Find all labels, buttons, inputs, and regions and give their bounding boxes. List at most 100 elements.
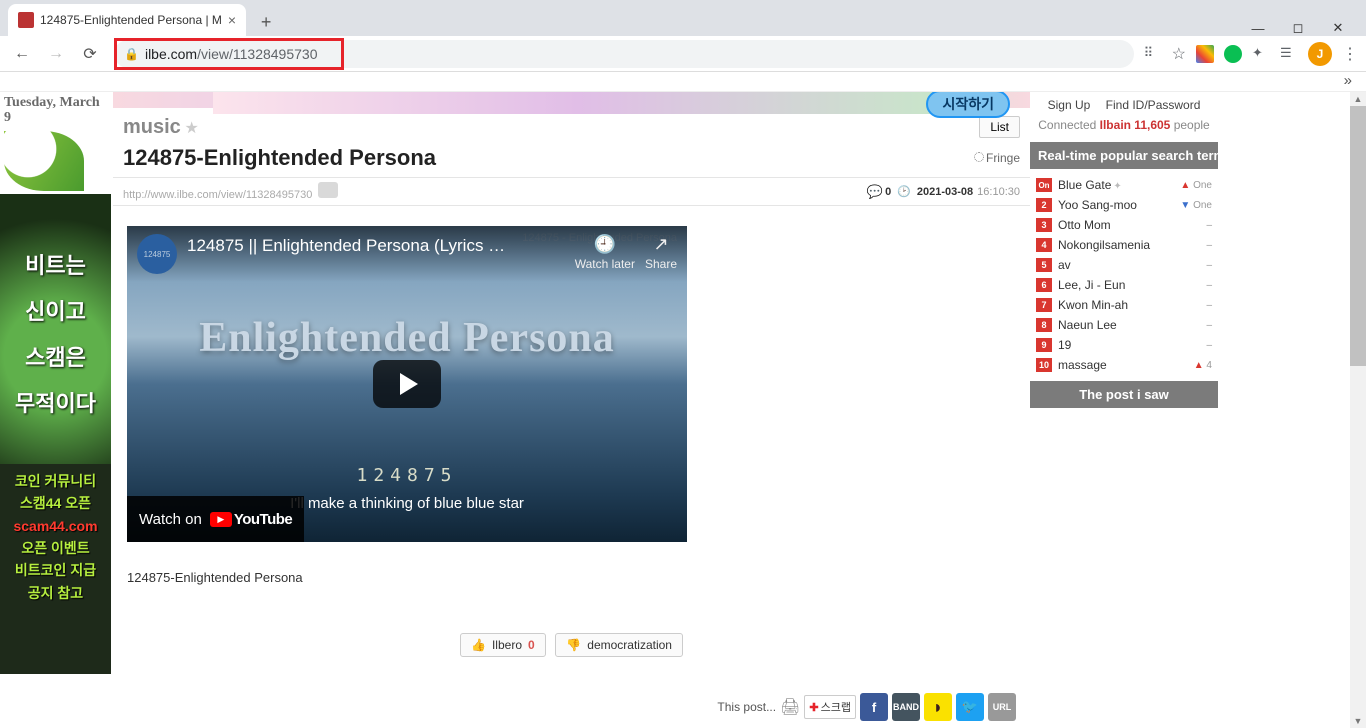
ad-line: 오픈 이벤트 [4, 537, 107, 559]
search-trend: ▲ 4 [1184, 360, 1212, 371]
reading-list-icon[interactable]: ☰ [1280, 45, 1298, 63]
post-time: 16:10:30 [977, 186, 1020, 198]
extensions-icon[interactable]: ✦ [1252, 45, 1270, 63]
scroll-up-icon[interactable]: ▲ [1350, 92, 1366, 106]
ad-line: 코인 커뮤니티 [4, 470, 107, 492]
search-rank-badge: 7 [1036, 298, 1052, 312]
date-widget: Tuesday, March 9 [0, 92, 111, 194]
this-post-label: This post... [717, 700, 776, 714]
banner-start-button[interactable]: 시작하기 [926, 92, 1010, 118]
date-line-2: 9 [4, 110, 107, 125]
search-rank-badge: 5 [1036, 258, 1052, 272]
extension-google-icon[interactable] [1196, 45, 1214, 63]
facebook-share-icon[interactable]: f [860, 693, 888, 721]
search-rank-badge: 4 [1036, 238, 1052, 252]
comment-count: 0 [885, 186, 891, 198]
kakao-share-icon[interactable]: ◗ [924, 693, 952, 721]
play-button[interactable] [373, 360, 441, 408]
print-icon[interactable]: 🖨 [780, 697, 800, 717]
forward-button[interactable]: → [42, 40, 70, 68]
clock-icon: 🕑 [897, 185, 911, 198]
thumb-up-icon: 👍 [471, 638, 486, 652]
author-link[interactable]: Fringe [974, 151, 1020, 165]
share-button[interactable]: ↗ Share [645, 234, 677, 271]
search-item[interactable]: 7Kwon Min-ah– [1036, 295, 1212, 315]
search-item[interactable]: 3Otto Mom– [1036, 215, 1212, 235]
permalink[interactable]: http://www.ilbe.com/view/11328495730 [123, 182, 867, 201]
search-trend: ▲ One [1180, 180, 1212, 191]
youtube-embed[interactable]: 124875 - Enlightended Persona 124875 124… [127, 226, 687, 542]
ad-line: scam44.com [4, 515, 107, 537]
search-rank-badge: On [1036, 178, 1052, 192]
profile-avatar[interactable]: J [1308, 42, 1332, 66]
search-item[interactable]: 5av– [1036, 255, 1212, 275]
url-bar[interactable]: 🔒 ilbe.com/view/11328495730 [114, 40, 1134, 68]
connected-count: Connected Ilbain 11,605 people [1030, 114, 1218, 142]
left-sidebar-ad[interactable]: 비트는 신이고 스캠은 무적이다 코인 커뮤니티 스캠44 오픈 scam44.… [0, 194, 111, 674]
search-item[interactable]: 10massage▲ 4 [1036, 355, 1212, 375]
upvote-button[interactable]: 👍 Ilbero 0 [460, 633, 546, 657]
search-rank-badge: 6 [1036, 278, 1052, 292]
find-id-link[interactable]: Find ID/Password [1106, 98, 1201, 112]
scroll-thumb[interactable] [1350, 106, 1366, 366]
search-item[interactable]: 919– [1036, 335, 1212, 355]
search-item[interactable]: 8Naeun Lee– [1036, 315, 1212, 335]
search-term: 19 [1058, 338, 1184, 352]
twitter-share-icon[interactable]: 🐦 [956, 693, 984, 721]
scroll-down-icon[interactable]: ▼ [1350, 714, 1366, 728]
search-trend: – [1184, 280, 1212, 291]
search-item[interactable]: 4Nokongilsamenia– [1036, 235, 1212, 255]
vertical-scrollbar[interactable]: ▲ ▼ [1350, 92, 1366, 728]
search-item[interactable]: 2 Yoo Sang-moo▼ One [1036, 195, 1212, 215]
search-rank-badge: 2 [1036, 198, 1052, 212]
translate-icon[interactable]: ⠿ [1144, 45, 1162, 63]
window-maximize-icon[interactable]: ◻ [1290, 20, 1306, 36]
channel-avatar-icon[interactable]: 124875 [137, 234, 177, 274]
post-body-text: 124875-Enlightended Persona [127, 570, 1016, 585]
search-term: Nokongilsamenia [1058, 238, 1184, 252]
watch-on-youtube[interactable]: Watch on ▶YouTube [127, 496, 304, 542]
search-item[interactable]: 6 Lee, Ji - Eun– [1036, 275, 1212, 295]
search-trend: – [1184, 220, 1212, 231]
new-tab-button[interactable]: + [252, 8, 280, 36]
bookmark-star-icon[interactable]: ☆ [1172, 44, 1186, 64]
downvote-button[interactable]: 👎 democratization [555, 633, 683, 657]
upvote-count: 0 [528, 638, 535, 652]
favorite-star-icon[interactable]: ★ [184, 120, 198, 137]
tab-close-icon[interactable]: × [228, 12, 236, 28]
top-banner-ad[interactable]: 시작하기 [113, 92, 1030, 108]
ad-word: 신이고 [0, 294, 111, 326]
chrome-menu-icon[interactable]: ⋮ [1342, 44, 1358, 64]
browser-toolbar: ← → ⟳ 🔒 ilbe.com/view/11328495730 ⠿ ☆ ✦ … [0, 36, 1366, 72]
video-title[interactable]: 124875 || Enlightended Persona (Lyrics … [187, 234, 565, 256]
back-button[interactable]: ← [8, 40, 36, 68]
scrap-button[interactable]: ✚스크랩 [804, 695, 856, 719]
band-share-icon[interactable]: BAND [892, 693, 920, 721]
bookmark-overflow[interactable]: » [0, 72, 1366, 92]
window-close-icon[interactable]: ✕ [1330, 20, 1346, 36]
post-i-saw-header[interactable]: The post i saw [1030, 381, 1218, 408]
search-item[interactable]: OnBlue Gate✦▲ One [1036, 175, 1212, 195]
ad-line: 비트코인 지급 [4, 559, 107, 581]
date-line-1: Tuesday, March [4, 95, 107, 110]
ad-word: 비트는 [0, 248, 111, 280]
signup-link[interactable]: Sign Up [1048, 98, 1091, 112]
search-trend: ▼ One [1180, 200, 1212, 211]
search-rank-badge: 9 [1036, 338, 1052, 352]
watch-later-button[interactable]: 🕘 Watch later [575, 234, 635, 271]
author-badge-icon [974, 152, 984, 162]
search-trend: – [1184, 260, 1212, 271]
board-name[interactable]: music [123, 116, 181, 138]
extension-grammarly-icon[interactable] [1224, 45, 1242, 63]
search-term: Lee, Ji - Eun [1058, 278, 1184, 292]
list-button[interactable]: List [979, 116, 1020, 138]
search-trend: – [1184, 300, 1212, 311]
search-rank-badge: 8 [1036, 318, 1052, 332]
search-term: Yoo Sang-moo [1058, 198, 1180, 212]
window-minimize-icon[interactable]: — [1250, 20, 1266, 36]
url-highlight-box [114, 38, 344, 70]
browser-tab[interactable]: 124875-Enlightended Persona | M × [8, 4, 246, 36]
url-copy-button[interactable]: URL [988, 693, 1016, 721]
reload-button[interactable]: ⟳ [76, 40, 104, 68]
search-term: massage [1058, 358, 1184, 372]
